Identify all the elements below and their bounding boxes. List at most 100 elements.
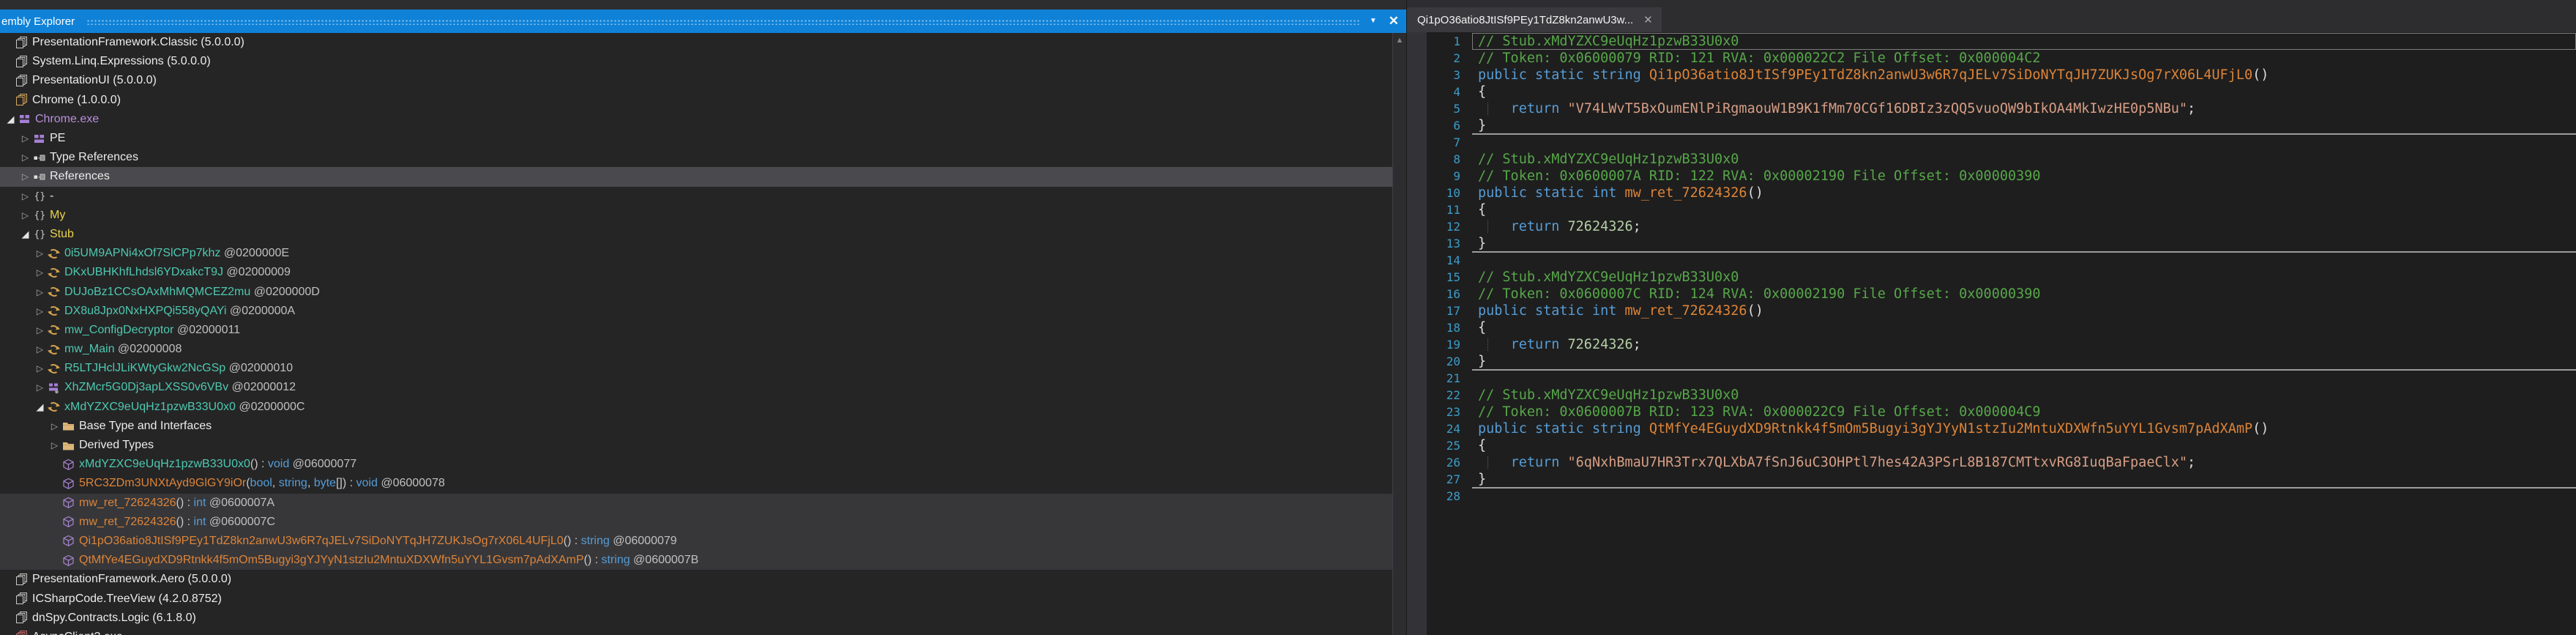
code-line[interactable]: } [1472,353,2576,370]
indent-guide [1487,220,1488,233]
tree-row[interactable]: ICSharpCode.TreeView (4.2.0.8752) [0,589,1392,608]
assembly-explorer-header[interactable]: embly Explorer ▼ ✕ [0,10,1406,33]
code-line[interactable]: { [1472,319,2576,336]
code-line[interactable] [1472,370,2576,387]
code-line[interactable]: // Token: 0x0600007A RID: 122 RVA: 0x000… [1472,168,2576,185]
code-line[interactable]: public static string QtMfYe4EGuydXD9Rtnk… [1472,420,2576,437]
tree-item-label: DKxUBHKhfLhdsl6YDxakcT9J @02000009 [64,266,291,279]
tree-row[interactable]: PresentationFramework.Aero (5.0.0.0) [0,570,1392,589]
code-line[interactable]: // Stub.xMdYZXC9eUqHz1pzwB33U0x0 [1472,33,2576,50]
method-icon [62,458,75,471]
tree-row[interactable]: System.Linq.Expressions (5.0.0.0) [0,52,1392,71]
scrollbar-up-icon[interactable]: ▲ [1393,36,1406,45]
tree-row[interactable]: ▷{}- [0,187,1392,206]
collapse-expander-icon[interactable]: ◢ [34,401,46,413]
expand-expander-icon[interactable]: ▷ [48,421,61,431]
code-line[interactable]: public static string Qi1pO36atio8JtISf9P… [1472,67,2576,83]
code-line[interactable]: // Stub.xMdYZXC9eUqHz1pzwB33U0x0 [1472,269,2576,286]
tree-row[interactable]: 5RC3ZDm3UNXtAyd9GlGY9iOr(bool, string, b… [0,474,1392,493]
code-line[interactable] [1472,488,2576,505]
panel-menu-dropdown-icon[interactable]: ▼ [1370,10,1377,33]
tree-row[interactable]: ◢xMdYZXC9eUqHz1pzwB33U0x0 @0200000C [0,398,1392,417]
code-line[interactable]: return 72624326; [1472,218,2576,235]
expand-expander-icon[interactable]: ▷ [34,306,46,316]
document-tab[interactable]: Qi1pO36atio8JtISf9PEy1TdZ8kn2anwU3w... ✕ [1407,7,1662,32]
breakpoint-margin[interactable] [1407,32,1427,635]
code-line[interactable]: return "6qNxhBmaU7HR3Trx7QLXbA7fSnJ6uC3O… [1472,454,2576,471]
line-number: 7 [1427,134,1465,151]
tree-scrollbar[interactable]: ▲ [1393,33,1406,635]
code-line[interactable]: { [1472,83,2576,100]
code-line[interactable]: // Stub.xMdYZXC9eUqHz1pzwB33U0x0 [1472,151,2576,168]
tree-row[interactable]: ▷XhZMcr5G0Dj3apLXSS0v6VBv @02000012 [0,378,1392,397]
tree-row[interactable]: ◢Chrome.exe [0,110,1392,129]
expand-expander-icon[interactable]: ▷ [19,152,31,163]
tree-row[interactable]: ▷ Derived Types [0,436,1392,455]
tree-item-label: Qi1pO36atio8JtISf9PEy1TdZ8kn2anwU3w6R7qJ… [79,535,677,548]
tree-item-label: mw_ret_72624326() : int @0600007C [79,516,275,529]
document-panel: Qi1pO36atio8JtISf9PEy1TdZ8kn2anwU3w... ✕… [1406,0,2576,635]
indent-guide [1487,456,1488,469]
tree-row[interactable]: ▷mw_ConfigDecryptor @02000011 [0,321,1392,340]
expand-expander-icon[interactable]: ▷ [34,287,46,297]
tree-item-label: xMdYZXC9eUqHz1pzwB33U0x0() : void @06000… [79,458,356,471]
code-line[interactable]: } [1472,471,2576,488]
tree-row[interactable]: ▷Base Type and Interfaces [0,417,1392,436]
tree-row[interactable]: ▷{}My [0,206,1392,225]
expand-expander-icon[interactable]: ▷ [48,440,61,450]
tree-row[interactable]: ▷DUJoBz1CCsOAxMhMQMCEZ2mu @0200000D [0,282,1392,301]
tree-row[interactable]: ▷References [0,167,1392,186]
code-line[interactable]: } [1472,235,2576,252]
code-line[interactable] [1472,134,2576,151]
code-line[interactable]: return "V74LWvT5BxOumENlPiRgmaouW1B9K1fM… [1472,100,2576,117]
code-line[interactable]: { [1472,437,2576,454]
tree-row[interactable]: Chrome (1.0.0.0) [0,91,1392,110]
expand-expander-icon[interactable]: ▷ [34,267,46,278]
tree-row[interactable]: ▷R5LTJHclJLiKWtyGkw2NcGSp @02000010 [0,359,1392,378]
tree-row[interactable]: ▷Type References [0,148,1392,167]
code-line[interactable]: // Token: 0x06000079 RID: 121 RVA: 0x000… [1472,50,2576,67]
expand-expander-icon[interactable]: ▷ [34,248,46,259]
tree-row[interactable]: mw_ret_72624326() : int @0600007C [0,513,1392,532]
tree-row[interactable]: ▷mw_Main @02000008 [0,340,1392,359]
tree-row[interactable]: ▷DX8u8Jpx0NxHXPQi558yQAYi @0200000A [0,302,1392,321]
line-number: 9 [1427,168,1465,185]
tree-row[interactable]: AsyncClient2.exe [0,628,1392,635]
tree-row[interactable]: ▷0i5UM9APNi4xOf7SlCPp7khz @0200000E [0,244,1392,263]
code-line[interactable]: // Token: 0x0600007C RID: 124 RVA: 0x000… [1472,286,2576,302]
collapse-expander-icon[interactable]: ◢ [4,114,17,125]
expand-expander-icon[interactable]: ▷ [34,344,46,354]
code-line[interactable] [1472,252,2576,269]
tree-row[interactable]: Qi1pO36atio8JtISf9PEy1TdZ8kn2anwU3w6R7qJ… [0,532,1392,551]
tree-row[interactable]: PresentationFramework.Classic (5.0.0.0) [0,33,1392,52]
panel-close-icon[interactable]: ✕ [1389,10,1399,33]
tree-row[interactable]: ▷ DKxUBHKhfLhdsl6YDxakcT9J @02000009 [0,263,1392,282]
code-line[interactable]: // Token: 0x0600007B RID: 123 RVA: 0x000… [1472,404,2576,420]
code-line[interactable]: } [1472,117,2576,134]
expand-expander-icon[interactable]: ▷ [34,325,46,335]
code-line[interactable]: { [1472,201,2576,218]
code-line[interactable]: // Stub.xMdYZXC9eUqHz1pzwB33U0x0 [1472,387,2576,404]
collapse-expander-icon[interactable]: ◢ [19,229,31,240]
tree-row[interactable]: QtMfYe4EGuydXD9Rtnkk4f5mOm5Bugyi3gYJYyN1… [0,551,1392,570]
tree-item-label: Derived Types [79,439,154,452]
tree-row[interactable]: mw_ret_72624326() : int @0600007A [0,494,1392,513]
tab-close-icon[interactable]: ✕ [1643,13,1653,26]
code-line[interactable]: public static int mw_ret_72624326() [1472,302,2576,319]
expand-expander-icon[interactable]: ▷ [19,210,31,220]
expand-expander-icon[interactable]: ▷ [19,133,31,144]
code-line[interactable]: public static int mw_ret_72624326() [1472,185,2576,201]
code-editor[interactable]: 1234567891011121314151617181920212223242… [1407,32,2576,635]
expand-expander-icon[interactable]: ▷ [34,363,46,374]
tree-row[interactable]: xMdYZXC9eUqHz1pzwB33U0x0() : void @06000… [0,455,1392,474]
expand-expander-icon[interactable]: ▷ [34,382,46,393]
expand-expander-icon[interactable]: ▷ [19,171,31,182]
tree-row[interactable]: ◢{}Stub [0,225,1392,244]
tree-row[interactable]: PresentationUI (5.0.0.0) [0,71,1392,90]
tree-row[interactable]: dnSpy.Contracts.Logic (6.1.8.0) [0,609,1392,628]
folder-icon [62,420,75,432]
tree-row[interactable]: ▷PE [0,129,1392,148]
typeref-icon [33,171,45,183]
code-line[interactable]: return 72624326; [1472,336,2576,353]
expand-expander-icon[interactable]: ▷ [19,191,31,201]
